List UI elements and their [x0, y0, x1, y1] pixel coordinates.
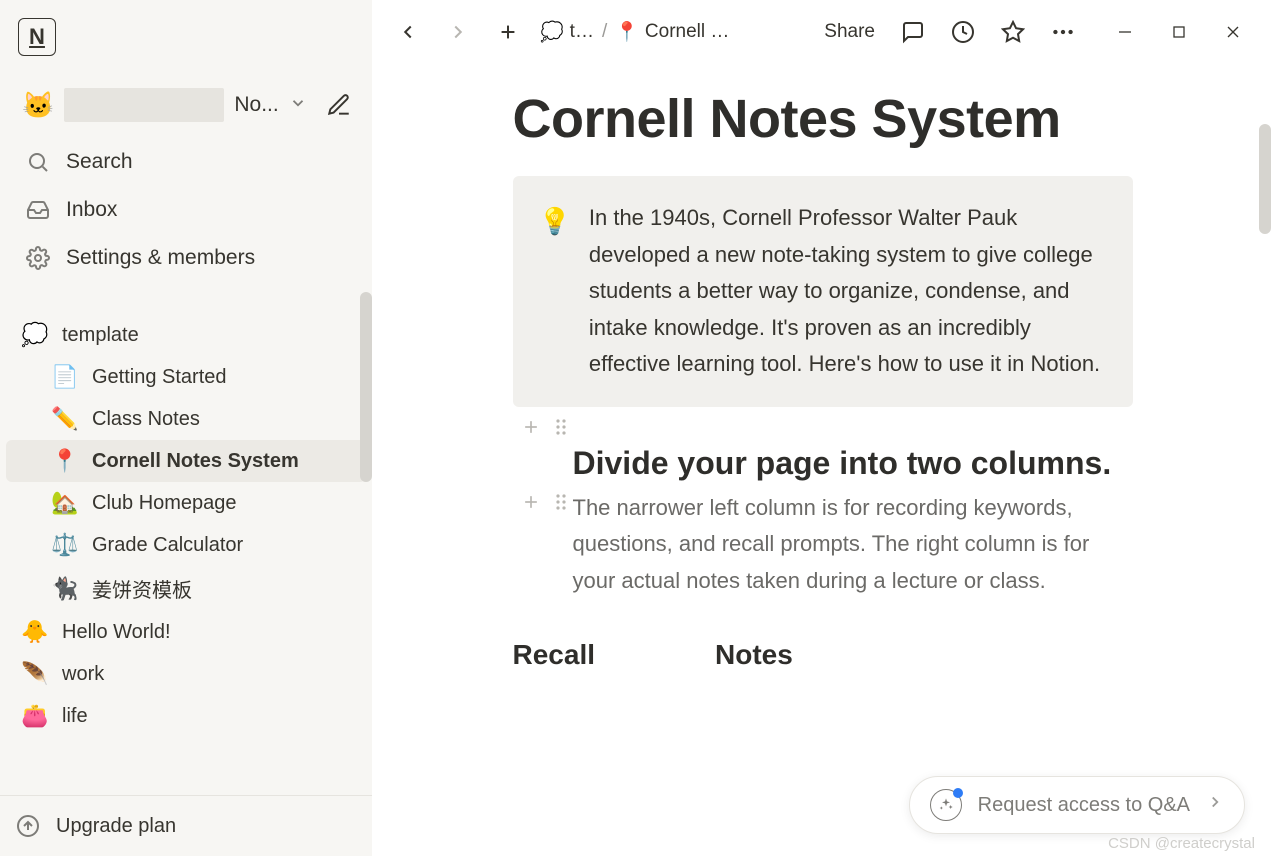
sidebar-item-work[interactable]: 🪶 work [6, 653, 366, 695]
sidebar-item-life[interactable]: 👛 life [6, 695, 366, 737]
sidebar-item-label: Club Homepage [92, 492, 237, 515]
share-button[interactable]: Share [814, 15, 885, 49]
add-block-button[interactable] [519, 490, 543, 514]
breadcrumb-seg-1-icon: 💭 [540, 20, 564, 44]
settings-button[interactable]: Settings & members [10, 234, 362, 282]
nav-forward-button[interactable] [436, 10, 480, 54]
page-title[interactable]: Cornell Notes System [513, 88, 1133, 150]
page-emoji-icon: 🐥 [20, 619, 50, 645]
sidebar-item-cornell-notes-system[interactable]: 📍 Cornell Notes System [6, 440, 366, 482]
gear-icon [24, 244, 52, 272]
workspace-emoji-icon: 🐱 [22, 90, 54, 121]
breadcrumb: 💭 t… / 📍 Cornell … [540, 20, 729, 44]
sidebar-item-label: Getting Started [92, 366, 227, 389]
nav-back-button[interactable] [386, 10, 430, 54]
page-emoji-icon: 👛 [20, 703, 50, 729]
chevron-right-icon [1206, 793, 1224, 817]
heading-block[interactable]: Divide your page into two columns. [573, 445, 1133, 482]
more-button[interactable] [1041, 10, 1085, 54]
settings-label: Settings & members [66, 246, 255, 270]
workspace-name-redacted [64, 88, 224, 122]
page-emoji-icon: 💭 [20, 322, 50, 348]
updates-button[interactable] [941, 10, 985, 54]
column-heading-notes[interactable]: Notes [715, 639, 793, 671]
inbox-button[interactable]: Inbox [10, 186, 362, 234]
search-label: Search [66, 150, 133, 174]
chevron-down-icon [289, 94, 307, 117]
arrow-up-circle-icon [14, 812, 42, 840]
sidebar-item-template[interactable]: 💭 template [6, 314, 366, 356]
page-emoji-icon: 📍 [50, 448, 80, 474]
breadcrumb-separator: / [602, 21, 607, 43]
notion-logo-icon: N [18, 18, 56, 56]
paragraph-block[interactable]: The narrower left column is for recordin… [573, 490, 1133, 600]
lightbulb-icon: 💡 [539, 200, 571, 383]
sidebar-item-label: work [62, 663, 104, 686]
page-emoji-icon: 🏡 [50, 490, 80, 516]
search-icon [24, 148, 52, 176]
compose-button[interactable] [324, 90, 354, 120]
content-scrollbar-track[interactable] [1257, 64, 1273, 856]
new-tab-button[interactable] [486, 10, 530, 54]
page-emoji-icon: 📄 [50, 364, 80, 390]
sidebar-item-hello-world[interactable]: 🐥 Hello World! [6, 611, 366, 653]
drag-handle-icon[interactable] [549, 490, 573, 514]
window-minimize-button[interactable] [1099, 10, 1151, 54]
callout-block[interactable]: 💡 In the 1940s, Cornell Professor Walter… [513, 176, 1133, 407]
search-button[interactable]: Search [10, 138, 362, 186]
request-qa-button[interactable]: Request access to Q&A [909, 776, 1245, 834]
breadcrumb-seg-1[interactable]: 💭 t… [540, 20, 594, 44]
upgrade-plan-button[interactable]: Upgrade plan [0, 795, 372, 856]
favorite-button[interactable] [991, 10, 1035, 54]
sidebar-item-club-homepage[interactable]: 🏡 Club Homepage [6, 482, 366, 524]
request-qa-label: Request access to Q&A [978, 794, 1190, 817]
page-tree: 💭 template 📄 Getting Started ✏️ Class Notes 📍 C… [0, 314, 372, 747]
sidebar-scrollbar-thumb[interactable] [360, 292, 372, 482]
sidebar-item-grade-calculator[interactable]: ⚖️ Grade Calculator [6, 524, 366, 566]
drag-handle-icon[interactable] [549, 415, 573, 439]
breadcrumb-seg-2[interactable]: 📍 Cornell … [615, 20, 729, 44]
upgrade-plan-label: Upgrade plan [56, 815, 176, 838]
sidebar-item-label: Hello World! [62, 621, 171, 644]
content-scrollbar-thumb[interactable] [1259, 124, 1271, 234]
sparkle-icon [930, 789, 962, 821]
inbox-label: Inbox [66, 198, 117, 222]
column-heading-recall[interactable]: Recall [513, 639, 596, 671]
sidebar-item-label: Grade Calculator [92, 534, 243, 557]
breadcrumb-seg-2-label: Cornell … [645, 21, 729, 43]
page-emoji-icon: ✏️ [50, 406, 80, 432]
breadcrumb-seg-1-label: t… [570, 21, 594, 43]
main-area: 💭 t… / 📍 Cornell … Share [372, 0, 1273, 856]
page-emoji-icon: ⚖️ [50, 532, 80, 558]
sidebar-item-label: 姜饼资模板 [92, 574, 192, 603]
topbar: 💭 t… / 📍 Cornell … Share [372, 0, 1273, 64]
callout-text: In the 1940s, Cornell Professor Walter P… [589, 200, 1107, 383]
add-block-button[interactable] [519, 415, 543, 439]
sidebar-item-[interactable]: 🐈‍⬛ 姜饼资模板 [6, 566, 366, 611]
watermark: CSDN @createcrystal [1108, 835, 1255, 852]
page-emoji-icon: 🐈‍⬛ [50, 576, 80, 602]
window-maximize-button[interactable] [1153, 10, 1205, 54]
breadcrumb-seg-2-icon: 📍 [615, 20, 639, 44]
page-emoji-icon: 🪶 [20, 661, 50, 687]
sidebar-item-label: Cornell Notes System [92, 450, 299, 473]
inbox-icon [24, 196, 52, 224]
workspace-name-suffix: No... [234, 93, 278, 117]
window-close-button[interactable] [1207, 10, 1259, 54]
sidebar-item-label: template [62, 324, 139, 347]
comments-button[interactable] [891, 10, 935, 54]
page-content: Cornell Notes System 💡 In the 1940s, Cor… [372, 64, 1273, 856]
sidebar-item-class-notes[interactable]: ✏️ Class Notes [6, 398, 366, 440]
workspace-switcher[interactable]: 🐱 No... [0, 0, 372, 130]
sidebar-item-getting-started[interactable]: 📄 Getting Started [6, 356, 366, 398]
sidebar-item-label: life [62, 705, 88, 728]
sidebar-item-label: Class Notes [92, 408, 200, 431]
sidebar: N 🐱 No... Search [0, 0, 372, 856]
